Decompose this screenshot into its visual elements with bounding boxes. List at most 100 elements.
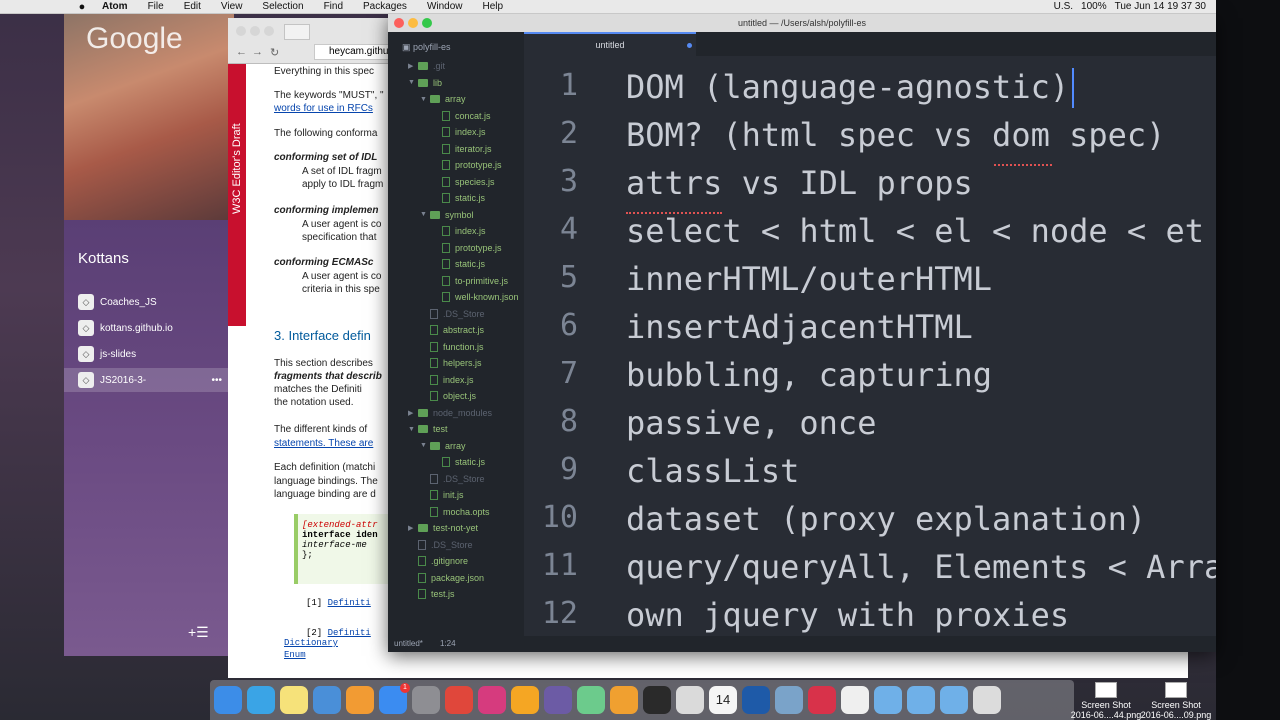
slides-icon[interactable] (610, 686, 638, 714)
tree-file[interactable]: package.json (408, 570, 484, 586)
disclosure-arrow-icon[interactable]: ▼ (420, 96, 430, 103)
app-store-icon[interactable]: 1 (379, 683, 410, 714)
line-text[interactable]: innerHTML/outerHTML (626, 260, 992, 298)
tree-file[interactable]: test.js (408, 586, 455, 602)
sublime-icon[interactable] (511, 686, 539, 714)
channel-item[interactable]: ◇ js-slides (64, 342, 228, 366)
link-dictionary[interactable]: Dictionary (284, 638, 338, 650)
chrome-icon[interactable] (445, 686, 473, 714)
folder-icon-3[interactable] (940, 686, 968, 714)
folder-icon[interactable] (874, 686, 902, 714)
tree-file[interactable]: mocha.opts (420, 504, 490, 520)
channel-item[interactable]: ◇ kottans.github.io (64, 316, 228, 340)
tree-file[interactable]: init.js (420, 487, 464, 503)
reference-item[interactable]: [2] Definiti (306, 628, 371, 638)
calendar-icon[interactable]: 14 (709, 686, 737, 714)
line-text[interactable]: classList (626, 452, 799, 490)
tree-file[interactable]: helpers.js (420, 355, 482, 371)
tree-folder[interactable]: ▶ .git (408, 58, 445, 74)
notes-icon[interactable] (280, 686, 308, 714)
line-text[interactable]: passive, once (626, 404, 876, 442)
close-button[interactable] (236, 26, 246, 36)
tree-folder[interactable]: ▼ array (420, 438, 466, 454)
channel-item[interactable]: ◇ Coaches_JS (64, 290, 228, 314)
menu-find[interactable]: Find (314, 1, 353, 12)
minimize-button[interactable] (250, 26, 260, 36)
safari-icon[interactable] (247, 686, 275, 714)
menu-help[interactable]: Help (473, 1, 514, 12)
tree-file[interactable]: static.js (432, 454, 485, 470)
atom-icon[interactable] (577, 686, 605, 714)
link-enum[interactable]: Enum (284, 650, 338, 662)
tree-file[interactable]: function.js (420, 339, 484, 355)
reload-icon[interactable]: ↻ (270, 46, 279, 59)
line-text[interactable]: query/queryAll, Elements < Arra (626, 548, 1216, 586)
finder-icon[interactable] (214, 686, 242, 714)
tree-file[interactable]: well-known.json (432, 289, 519, 305)
forward-icon[interactable]: → (252, 46, 263, 58)
line-text[interactable]: insertAdjacentHTML (626, 308, 973, 346)
menu-window[interactable]: Window (417, 1, 473, 12)
line-text[interactable]: own jquery with proxies (626, 596, 1069, 634)
desktop-file[interactable]: Screen Shot 2016-06....09.png (1136, 682, 1216, 720)
disclosure-arrow-icon[interactable]: ▼ (420, 211, 430, 218)
tree-file[interactable]: index.js (432, 124, 486, 140)
tree-file[interactable]: iterator.js (432, 141, 492, 157)
menu-packages[interactable]: Packages (353, 1, 417, 12)
editor-pane[interactable]: 1 DOM (language-agnostic) 2 BOM? (html spec… (524, 56, 1216, 636)
cursor-position[interactable]: 1:24 (440, 639, 456, 648)
desktop-file[interactable]: Screen Shot 2016-06....44.png (1066, 682, 1146, 720)
line-text[interactable]: attrs vs IDL props (626, 164, 973, 202)
zoom-button[interactable] (264, 26, 274, 36)
folder-icon-2[interactable] (907, 686, 935, 714)
ibooks-icon[interactable] (346, 686, 374, 714)
tree-file[interactable]: .DS_Store (420, 306, 485, 322)
tree-folder[interactable]: ▼ symbol (420, 207, 474, 223)
chrome-canary-icon[interactable] (775, 686, 803, 714)
terminal-icon[interactable] (643, 686, 671, 714)
tree-file[interactable]: species.js (432, 174, 495, 190)
line-text[interactable]: dataset (proxy explanation) (626, 500, 1146, 538)
system-preferences-icon[interactable] (412, 686, 440, 714)
spec-line[interactable]: words for use in RFCs (274, 103, 373, 114)
trash-icon[interactable] (973, 686, 1001, 714)
line-text[interactable]: select < html < el < node < et (626, 212, 1204, 250)
tab-untitled[interactable]: untitled (524, 32, 696, 56)
earth-icon[interactable] (742, 686, 770, 714)
clock[interactable]: Tue Jun 14 19 37 30 (1115, 1, 1206, 12)
tree-file[interactable]: static.js (432, 190, 485, 206)
tree-folder[interactable]: ▼ array (420, 91, 466, 107)
line-text[interactable]: BOM? (html spec vs dom spec) (626, 116, 1165, 154)
texteditor-icon[interactable] (676, 686, 704, 714)
menu-selection[interactable]: Selection (252, 1, 313, 12)
tree-file[interactable]: prototype.js (432, 240, 502, 256)
tree-file[interactable]: .gitignore (408, 553, 468, 569)
reference-item[interactable]: [1] Definiti (306, 598, 371, 608)
disclosure-arrow-icon[interactable]: ▼ (408, 426, 418, 433)
menu-file[interactable]: File (138, 1, 174, 12)
document-icon[interactable] (841, 686, 869, 714)
back-icon[interactable]: ← (236, 46, 247, 58)
status-file[interactable]: untitled* (394, 639, 423, 648)
line-text[interactable]: bubbling, capturing (626, 356, 992, 394)
tree-file[interactable]: index.js (432, 223, 486, 239)
tree-file[interactable]: abstract.js (420, 322, 484, 338)
tree-folder[interactable]: ▼ lib (408, 75, 442, 91)
battery-level[interactable]: 100% (1081, 1, 1107, 12)
project-root[interactable]: ▣ polyfill-es (402, 42, 451, 53)
tree-file[interactable]: .DS_Store (408, 537, 473, 553)
input-source[interactable]: U.S. (1054, 1, 1073, 12)
disclosure-arrow-icon[interactable]: ▼ (420, 442, 430, 449)
github-icon[interactable] (544, 686, 572, 714)
browser-tab[interactable] (284, 24, 310, 40)
team-name[interactable]: Kottans (78, 250, 129, 267)
tree-folder[interactable]: ▼ test (408, 421, 448, 437)
disclosure-arrow-icon[interactable]: ▼ (408, 79, 418, 86)
add-list-button[interactable]: +☰ (188, 624, 209, 641)
menu-edit[interactable]: Edit (174, 1, 211, 12)
tree-folder[interactable]: ▶ test-not-yet (408, 520, 478, 536)
apple-menu-icon[interactable]: ● (72, 1, 92, 13)
menu-atom[interactable]: Atom (92, 1, 138, 12)
tree-file[interactable]: object.js (420, 388, 476, 404)
more-options-icon[interactable]: ••• (211, 375, 222, 386)
